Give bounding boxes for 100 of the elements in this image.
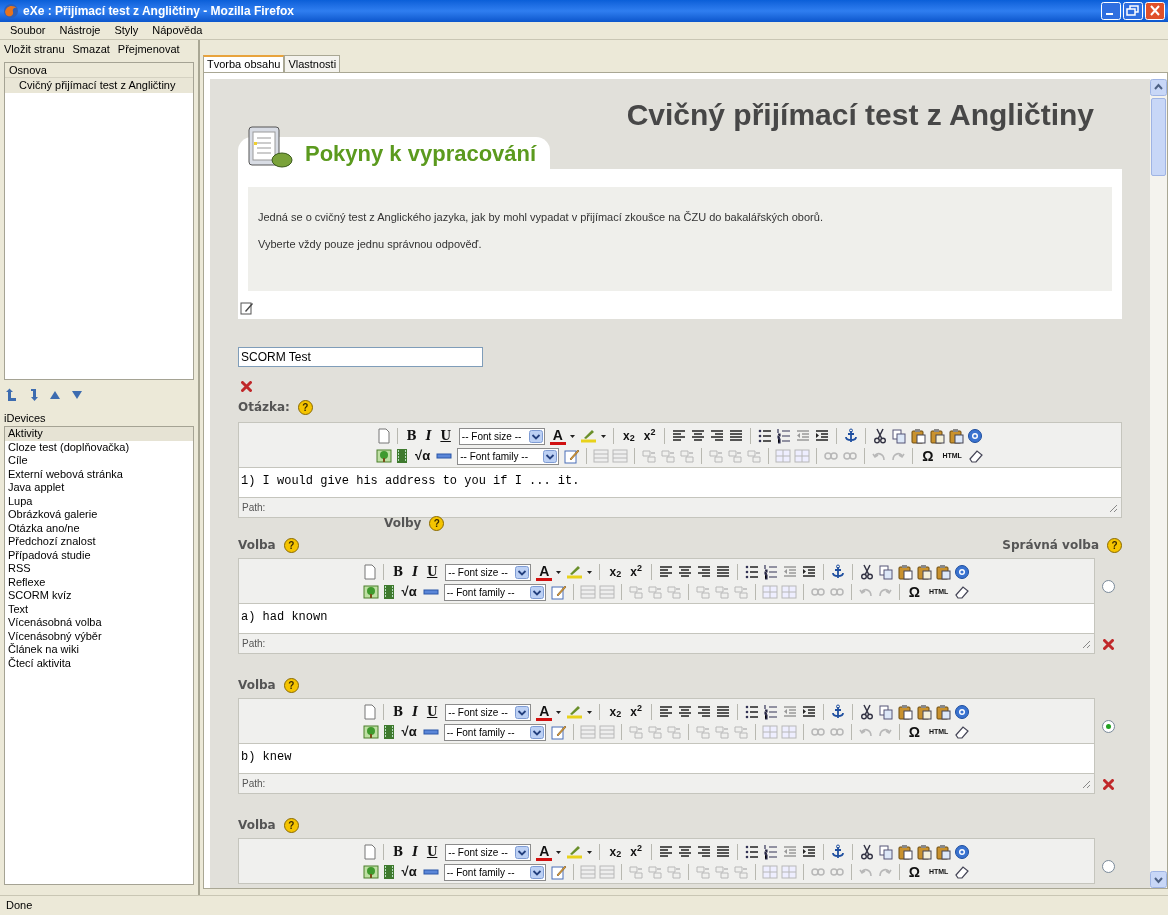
resize-grip-icon[interactable] (1081, 638, 1091, 649)
help-icon[interactable] (953, 564, 970, 580)
paste-text-icon[interactable] (915, 844, 932, 860)
merge-cells-icon[interactable] (794, 448, 811, 464)
idevice-item[interactable]: Otázka ano/ne (5, 521, 193, 535)
bullet-list-icon[interactable] (757, 428, 774, 444)
help-button[interactable]: ? (1107, 537, 1122, 553)
idevice-item[interactable]: Případová studie (5, 548, 193, 562)
math-formula-button[interactable]: √α (412, 447, 434, 465)
numbered-list-icon[interactable] (762, 844, 779, 860)
bold-button[interactable]: B (390, 843, 407, 861)
toolbar-link[interactable]: Smazat (72, 40, 110, 58)
idevice-item[interactable]: Text (5, 602, 193, 616)
align-left-icon[interactable] (657, 564, 674, 580)
anchor-icon[interactable] (829, 844, 846, 860)
subscript-button[interactable]: x$_{2}$ (606, 843, 625, 861)
bold-button[interactable]: B (390, 703, 407, 721)
underline-button[interactable]: U (423, 563, 441, 581)
film-strip-icon[interactable] (381, 584, 396, 600)
idevice-item[interactable]: Cloze test (doplňovačka) (5, 440, 193, 454)
font-color-button[interactable]: A (536, 703, 553, 721)
toolbar-link[interactable]: Přejmenovat (117, 40, 180, 58)
idevice-item[interactable]: RSS (5, 562, 193, 576)
idevice-item[interactable]: Externí webová stránka (5, 467, 193, 481)
split-cell-icon[interactable] (775, 448, 792, 464)
eraser-icon[interactable] (954, 584, 971, 600)
font-size-select[interactable]: -- Font size -- (445, 843, 532, 861)
idevice-item[interactable]: Vícenásobný výběr (5, 629, 193, 643)
bullet-list-icon[interactable] (743, 844, 760, 860)
anchor-icon[interactable] (829, 704, 846, 720)
align-left-icon[interactable] (671, 428, 688, 444)
superscript-button[interactable]: x$^{2}$ (627, 563, 645, 581)
special-character-button[interactable]: Ω (919, 447, 937, 465)
new-document-icon[interactable] (376, 428, 391, 444)
subscript-button[interactable]: x$_{2}$ (620, 427, 638, 445)
film-strip-icon[interactable] (381, 724, 396, 740)
new-document-icon[interactable] (363, 844, 378, 860)
special-character-button[interactable]: Ω (905, 723, 923, 741)
edit-icon[interactable] (240, 301, 254, 315)
minimize-icon[interactable] (1101, 2, 1121, 20)
radio-button[interactable] (1102, 580, 1115, 593)
paste-word-icon[interactable] (934, 844, 951, 860)
eraser-icon[interactable] (967, 448, 984, 464)
new-document-icon[interactable] (363, 704, 378, 720)
editor-text[interactable]: 1) I would give his address to you if I ... it. (239, 467, 1121, 497)
film-strip-icon[interactable] (395, 448, 410, 464)
special-character-button[interactable]: Ω (905, 583, 923, 601)
eraser-icon[interactable] (954, 724, 971, 740)
paste-icon[interactable] (896, 704, 913, 720)
split-cell-icon[interactable] (761, 584, 778, 600)
idevice-item[interactable]: Reflexe (5, 575, 193, 589)
idevice-item[interactable]: Java applet (5, 481, 193, 495)
tree-image-icon[interactable] (362, 724, 379, 740)
tree-item[interactable]: Cvičný přijímací test z Angličtiny (5, 78, 193, 93)
delete-icon[interactable] (241, 381, 252, 392)
bold-button[interactable]: B (403, 427, 420, 445)
resize-grip-icon[interactable] (1081, 778, 1091, 789)
paste-icon[interactable] (896, 844, 913, 860)
font-color-button[interactable]: A (549, 427, 566, 445)
italic-button[interactable]: I (409, 703, 421, 721)
underline-button[interactable]: U (437, 427, 454, 445)
font-family-select[interactable]: -- Font family -- (457, 447, 560, 465)
tab[interactable]: Vlastnosti (284, 55, 341, 72)
indent-icon[interactable] (814, 428, 831, 444)
superscript-button[interactable]: x$^{2}$ (640, 427, 659, 445)
paste-text-icon[interactable] (929, 428, 946, 444)
align-right-icon[interactable] (695, 704, 712, 720)
bullet-list-icon[interactable] (743, 564, 760, 580)
title-field[interactable]: SCORM Test (238, 347, 483, 367)
delete-icon[interactable] (1103, 639, 1114, 650)
menu-item[interactable]: Soubor (10, 22, 46, 39)
align-right-icon[interactable] (695, 564, 712, 580)
merge-cells-icon[interactable] (780, 584, 797, 600)
numbered-list-icon[interactable] (762, 564, 779, 580)
bullet-list-icon[interactable] (743, 704, 760, 720)
split-cell-icon[interactable] (761, 864, 778, 880)
tree-image-icon[interactable] (362, 584, 379, 600)
radio-button[interactable] (1102, 720, 1115, 733)
justify-icon[interactable] (728, 428, 745, 444)
idevice-item[interactable]: Lupa (5, 494, 193, 508)
menu-item[interactable]: Nástroje (59, 22, 101, 39)
anchor-icon[interactable] (829, 564, 846, 580)
radio-button[interactable] (1102, 860, 1115, 873)
tree-image-icon[interactable] (376, 448, 393, 464)
font-size-select[interactable]: -- Font size -- (458, 427, 545, 445)
idevice-item[interactable]: SCORM kvíz (5, 589, 193, 603)
idevice-item[interactable]: Obrázková galerie (5, 508, 193, 522)
font-size-select[interactable]: -- Font size -- (445, 703, 532, 721)
indent-icon[interactable] (800, 704, 817, 720)
justify-icon[interactable] (714, 844, 731, 860)
indent-icon[interactable] (800, 564, 817, 580)
help-button[interactable]: ? (283, 537, 299, 553)
paste-text-icon[interactable] (915, 704, 932, 720)
align-center-icon[interactable] (676, 564, 693, 580)
numbered-list-icon[interactable] (776, 428, 793, 444)
film-strip-icon[interactable] (381, 864, 396, 880)
edit-style-icon[interactable] (550, 864, 567, 880)
copy-icon[interactable] (877, 564, 894, 580)
idevice-item[interactable]: Cíle (5, 454, 193, 468)
scrollbar[interactable] (1150, 79, 1167, 888)
